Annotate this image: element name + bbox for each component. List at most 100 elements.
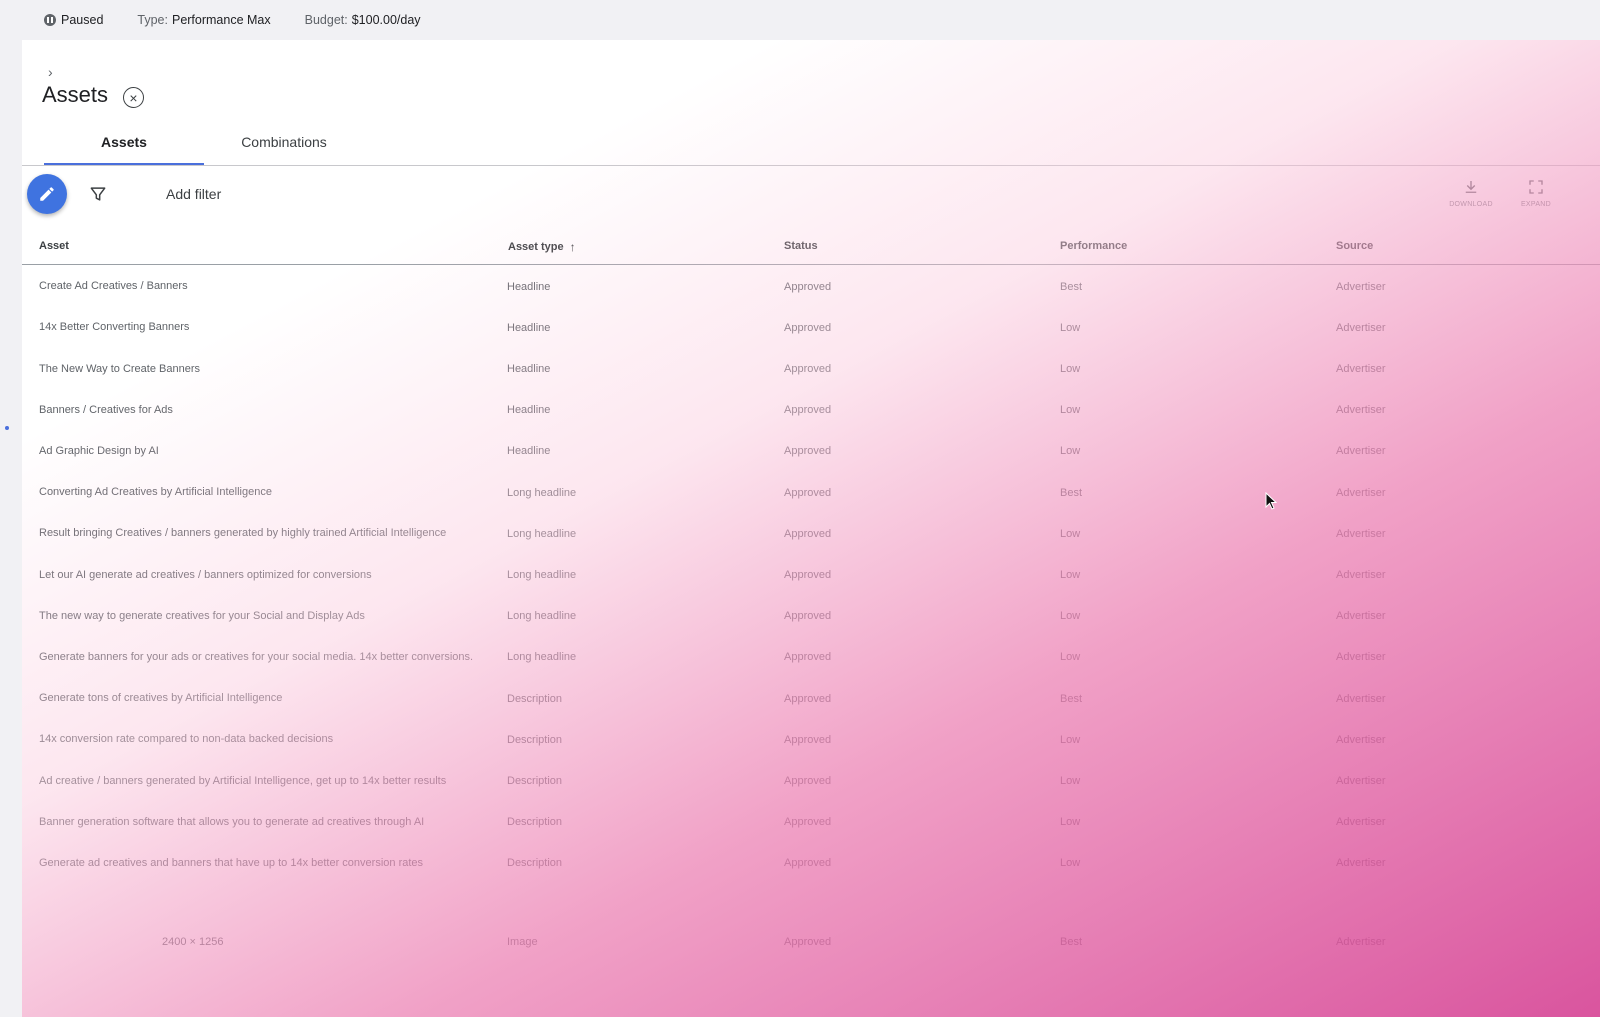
cell-source: Advertiser [1336, 774, 1386, 787]
cell-performance: Low [1060, 445, 1081, 458]
cell-source: Advertiser [1336, 445, 1386, 458]
cell-asset: Ad Graphic Design by AI [39, 444, 159, 457]
table-row[interactable]: Generate tons of creatives by Artificial… [22, 678, 1600, 719]
cell-performance: Best [1060, 692, 1083, 705]
cell-source: Advertiser [1336, 733, 1386, 746]
cell-asset: Create Ad Creatives / Banners [39, 280, 188, 293]
assets-panel: › Assets × Assets Combinations Add filte… [22, 40, 1600, 1017]
cell-asset: Generate ad creatives and banners that h… [39, 856, 424, 869]
table-row[interactable]: Banner generation software that allows y… [22, 802, 1600, 843]
cell-status: Approved [784, 486, 832, 499]
cell-asset-type: Long headline [507, 651, 577, 664]
table-row[interactable]: The New Way to Create Banners Headline App… [22, 348, 1600, 389]
pencil-icon [40, 187, 54, 201]
cell-status: Approved [784, 445, 832, 458]
cell-source: Advertiser [1336, 651, 1386, 664]
cell-status: Approved [784, 321, 832, 334]
cell-source: Advertiser [1336, 280, 1386, 293]
cell-asset: Converting Ad Creatives by Artificial In… [39, 486, 272, 499]
cell-status: Approved [784, 280, 832, 293]
filter-icon[interactable] [88, 184, 108, 209]
close-circle-icon[interactable]: × [123, 87, 144, 108]
table-row[interactable]: Generate ad creatives and banners that h… [22, 843, 1600, 884]
table-row[interactable]: 14x Better Converting Banners Headline App… [22, 307, 1600, 348]
download-label: DOWNLOAD [1449, 201, 1493, 208]
campaign-status: Paused [44, 13, 103, 27]
expand-button[interactable]: EXPAND [1506, 178, 1566, 208]
cell-asset-type: Headline [507, 404, 551, 417]
cell-performance: Low [1060, 404, 1081, 417]
page-title: Assets [42, 82, 109, 107]
cell-asset-type: Description [507, 857, 563, 870]
tab-combinations[interactable]: Combinations [204, 118, 364, 166]
cell-asset-type: Long headline [507, 610, 577, 623]
cell-performance: Best [1060, 936, 1083, 948]
column-header-asset[interactable]: Asset [39, 240, 69, 252]
column-header-asset-label: Asset [39, 240, 69, 252]
tab-assets[interactable]: Assets [44, 118, 204, 166]
cell-source: Advertiser [1336, 362, 1386, 375]
cell-performance: Low [1060, 527, 1081, 540]
sort-ascending-icon: ↑ [569, 240, 576, 254]
download-button[interactable]: DOWNLOAD [1441, 178, 1501, 208]
cell-source: Advertiser [1336, 321, 1386, 334]
cell-status: Approved [784, 404, 832, 417]
cell-asset: 14x Better Converting Banners [39, 321, 190, 334]
table-row-image[interactable]: 2400 × 1256 Image Approved Best Advertiser [22, 902, 1600, 982]
table-row[interactable]: Converting Ad Creatives by Artificial In… [22, 472, 1600, 513]
cell-asset-type: Headline [507, 445, 551, 458]
table-row[interactable]: Create Ad Creatives / Banners Headline App… [22, 266, 1600, 307]
cell-asset: The new way to generate creatives for yo… [39, 609, 365, 622]
cell-asset-type: Long headline [507, 486, 577, 499]
fullscreen-icon [1529, 180, 1543, 194]
cell-performance: Low [1060, 610, 1081, 623]
breadcrumb-chevron-icon[interactable]: › [48, 64, 53, 80]
column-header-source[interactable]: Source [1336, 240, 1373, 252]
table-header: Asset Asset type ↑ Status Performance So… [22, 228, 1600, 265]
edit-button[interactable] [27, 174, 67, 214]
cell-asset-type: Description [507, 774, 563, 787]
column-header-source-label: Source [1336, 240, 1374, 252]
table-row[interactable]: Generate banners for your ads or creativ… [22, 637, 1600, 678]
table-row[interactable]: The new way to generate creatives for yo… [22, 596, 1600, 637]
cell-performance: Best [1060, 486, 1083, 499]
cell-source: Advertiser [1336, 527, 1386, 540]
table-row[interactable]: Ad Graphic Design by AI Headline Approved L… [22, 431, 1600, 472]
cell-source: Advertiser [1336, 692, 1386, 705]
add-filter-button[interactable]: Add filter [166, 186, 221, 202]
cell-asset: 14x conversion rate compared to non-data… [39, 733, 334, 746]
cell-asset: The New Way to Create Banners [39, 362, 200, 375]
column-header-status-label: Status [784, 240, 818, 252]
cell-asset-type: Description [507, 733, 563, 746]
campaign-status-label: Paused [61, 13, 104, 27]
cell-performance: Low [1060, 651, 1081, 664]
cell-status: Approved [784, 568, 832, 581]
column-header-performance[interactable]: Performance [1060, 240, 1127, 252]
left-rail [0, 40, 22, 1017]
table-row[interactable]: Banners / Creatives for Ads Headline Appro… [22, 390, 1600, 431]
paused-icon [44, 14, 56, 26]
cell-source: Advertiser [1336, 936, 1386, 948]
campaign-type-value: Performance Max [171, 13, 271, 27]
table-row[interactable]: Let our AI generate ad creatives / banne… [22, 554, 1600, 595]
campaign-summary-bar: Paused Type: Performance Max Budget: $10… [0, 0, 1600, 40]
download-icon [1465, 181, 1477, 193]
cell-status: Approved [784, 936, 832, 948]
campaign-budget: Budget: $100.00/day [305, 13, 421, 27]
table-row[interactable]: Ad creative / banners generated by Artif… [22, 760, 1600, 801]
table-row[interactable]: Result bringing Creatives / banners gene… [22, 513, 1600, 554]
cell-asset: Ad creative / banners generated by Artif… [39, 774, 447, 787]
table-row[interactable]: 14x conversion rate compared to non-data… [22, 719, 1600, 760]
cell-performance: Low [1060, 857, 1081, 870]
cell-status: Approved [784, 651, 832, 664]
tab-bar: Assets Combinations [44, 118, 364, 166]
cell-source: Advertiser [1336, 816, 1386, 829]
column-header-performance-label: Performance [1060, 240, 1128, 252]
cell-source: Advertiser [1336, 568, 1386, 581]
column-header-status[interactable]: Status [784, 240, 818, 252]
column-header-asset-type[interactable]: Asset type ↑ [508, 240, 576, 254]
cell-status: Approved [784, 610, 832, 623]
cell-status: Approved [784, 692, 832, 705]
cell-performance: Low [1060, 774, 1081, 787]
cell-asset: Result bringing Creatives / banners gene… [39, 527, 447, 540]
